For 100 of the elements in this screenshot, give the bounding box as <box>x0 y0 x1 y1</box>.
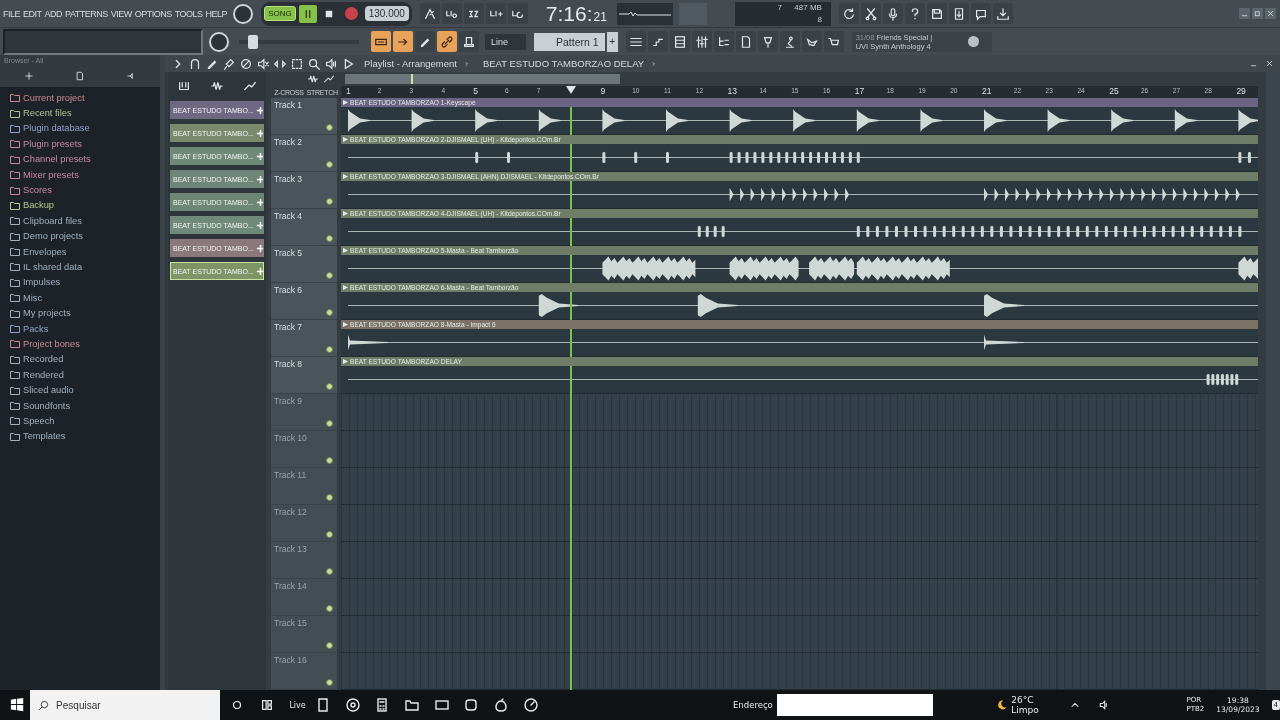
browser-item[interactable]: Packs <box>10 320 160 337</box>
plus-icon[interactable] <box>255 266 263 276</box>
plus-icon[interactable] <box>255 197 263 207</box>
minimize-icon[interactable] <box>1239 8 1250 20</box>
browser-item[interactable]: Impulses <box>10 274 160 291</box>
track-header[interactable]: Track 1 <box>271 98 337 135</box>
play-arrow-icon[interactable] <box>343 174 348 179</box>
metronome-icon[interactable] <box>419 3 440 25</box>
add-pattern-button[interactable]: + <box>606 31 618 52</box>
browser-item[interactable]: Plugin presets <box>10 136 160 152</box>
track-header[interactable]: Track 2 <box>271 135 337 172</box>
mute-button[interactable] <box>326 605 333 612</box>
browser-item[interactable]: Current project <box>10 90 160 106</box>
scissors-icon[interactable] <box>860 3 881 25</box>
browser-item[interactable]: My projects <box>10 305 160 321</box>
browser-item[interactable]: Clipboard files <box>10 213 160 229</box>
overview-marker[interactable] <box>411 74 413 84</box>
play-arrow-icon[interactable] <box>343 359 348 364</box>
plus-icon[interactable] <box>255 151 263 161</box>
track-header[interactable]: Track 6 <box>271 283 337 320</box>
play-arrow-icon[interactable] <box>343 285 348 290</box>
save-icon[interactable] <box>926 3 947 25</box>
menu-item[interactable]: FILE <box>3 8 20 19</box>
mute-icon[interactable] <box>256 56 270 71</box>
live-app-icon[interactable]: Live <box>289 700 306 710</box>
play-arrow-icon[interactable] <box>343 248 348 253</box>
select-icon[interactable] <box>290 56 304 71</box>
mute-button[interactable] <box>326 642 333 649</box>
browser-item[interactable]: Recent files <box>10 105 160 121</box>
automation-icon[interactable] <box>323 73 335 85</box>
plus-icon[interactable] <box>255 105 263 115</box>
browser-item[interactable]: Rendered <box>10 367 160 383</box>
play-arrow-icon[interactable] <box>343 211 348 216</box>
browser-item[interactable]: Project bones <box>10 336 160 352</box>
delete-icon[interactable] <box>239 56 253 71</box>
microphone-icon[interactable] <box>882 3 903 25</box>
mute-button[interactable] <box>326 161 333 168</box>
play-arrow-icon[interactable] <box>343 137 348 142</box>
snap-dropdown[interactable]: Line <box>485 33 526 50</box>
overview-scrollbar[interactable] <box>345 74 620 84</box>
browser-item[interactable]: Channel presets <box>10 151 160 167</box>
mute-button[interactable] <box>326 272 333 279</box>
piano-roll-icon[interactable] <box>647 31 668 53</box>
scrollbar[interactable] <box>1266 72 1280 690</box>
track-header[interactable]: Track 4 <box>271 209 337 246</box>
restore-icon[interactable] <box>1252 8 1263 20</box>
browser-item[interactable]: Plugin database <box>10 120 160 137</box>
menu-item[interactable]: ADD <box>44 8 63 19</box>
track-header[interactable]: Track 5 <box>271 246 337 283</box>
mute-button[interactable] <box>326 457 333 464</box>
render-icon[interactable] <box>948 3 969 25</box>
mute-button[interactable] <box>326 420 333 427</box>
browser-item[interactable]: IL shared data <box>10 259 160 275</box>
track-header[interactable]: Track 9 <box>271 394 337 431</box>
mixer-icon[interactable] <box>691 31 712 53</box>
track-lane[interactable] <box>341 431 1258 468</box>
browser-item[interactable]: Sliced audio <box>10 382 160 398</box>
mute-button[interactable] <box>326 235 333 242</box>
pattern-selector[interactable]: Pattern 1 <box>534 32 605 51</box>
track-header[interactable]: Track 16 <box>271 653 337 690</box>
pencil-icon[interactable] <box>415 31 435 53</box>
pitch-knob[interactable] <box>209 31 229 52</box>
browser-item[interactable]: Envelopes <box>10 243 160 260</box>
record-button[interactable] <box>344 7 358 21</box>
search-field[interactable]: Pesquisar <box>30 690 221 720</box>
mute-button[interactable] <box>326 346 333 353</box>
moon-icon[interactable] <box>996 699 1008 711</box>
browser-item[interactable]: Misc <box>10 290 160 306</box>
browser-item[interactable]: Templates <box>10 428 160 444</box>
mute-button[interactable] <box>326 309 333 316</box>
playlist-icon[interactable] <box>625 31 646 53</box>
track-lane[interactable] <box>341 616 1258 653</box>
track-lane[interactable] <box>341 505 1258 542</box>
tempo-field[interactable]: 130.000 <box>364 6 409 22</box>
browser-item[interactable]: Scores <box>10 182 160 198</box>
channel-rack-icon[interactable] <box>669 31 690 53</box>
plus-icon[interactable] <box>255 174 263 184</box>
close-icon[interactable] <box>1265 8 1276 20</box>
mute-button[interactable] <box>326 679 333 686</box>
browser-item[interactable]: Mixer presets <box>10 166 160 183</box>
song-mode-button[interactable]: SONG <box>264 6 296 22</box>
waveform-icon[interactable] <box>307 73 319 85</box>
windows-start-icon[interactable] <box>10 697 25 713</box>
brush-icon[interactable] <box>222 56 236 71</box>
browser-item[interactable]: Soundfonts <box>10 397 160 414</box>
globe-icon[interactable] <box>967 36 979 48</box>
browser-item[interactable]: Demo projects <box>10 228 160 244</box>
download-icon[interactable] <box>992 3 1013 25</box>
link-icon[interactable] <box>437 31 457 53</box>
track-lane[interactable] <box>341 394 1258 431</box>
track-lane[interactable] <box>341 468 1258 505</box>
track-header[interactable]: Track 11 <box>271 468 337 505</box>
menu-item[interactable]: PATTERNS <box>65 8 108 19</box>
zoom-icon[interactable] <box>307 56 321 71</box>
track-lane[interactable] <box>341 542 1258 579</box>
speaker-icon[interactable] <box>324 56 338 71</box>
track-header[interactable]: Track 10 <box>271 431 337 468</box>
chat-icon[interactable] <box>970 3 991 25</box>
track-lane[interactable] <box>341 653 1258 690</box>
track-header[interactable]: Track 7 <box>271 320 337 357</box>
